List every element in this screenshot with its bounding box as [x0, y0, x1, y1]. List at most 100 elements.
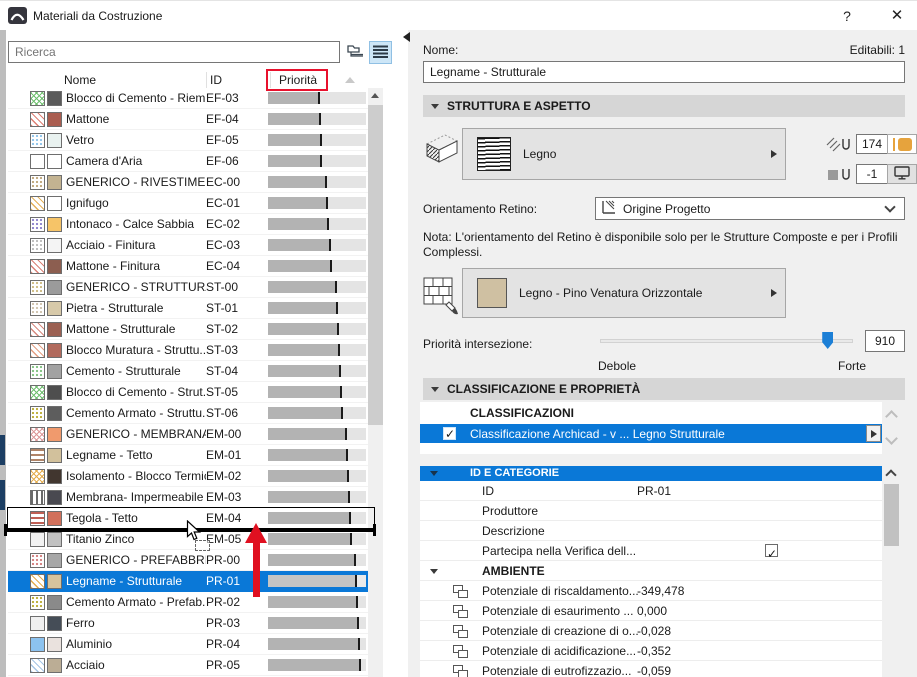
property-row[interactable]: Descrizione — [420, 521, 882, 541]
material-row[interactable]: Legname - Strutturale PR-01 — [8, 571, 374, 592]
collapse-splitter-icon[interactable] — [403, 32, 410, 42]
material-id: PR-03 — [206, 616, 241, 630]
scrollbar-thumb[interactable] — [884, 484, 899, 546]
column-header-name[interactable]: Nome — [64, 73, 96, 87]
sort-ascending-icon[interactable] — [345, 77, 355, 83]
priority-value-field[interactable] — [865, 330, 905, 352]
material-row[interactable]: Ignifugo EC-01 — [8, 193, 374, 214]
scroll-down-icon[interactable] — [885, 432, 898, 445]
pattern-swatch — [30, 405, 45, 421]
material-row[interactable]: GENERICO - PREFABBRICA...PR-00 — [8, 550, 374, 571]
search-input[interactable] — [8, 41, 340, 63]
material-row[interactable]: Cemento Armato - Struttu... ST-06 — [8, 403, 374, 424]
pen-color-bar — [893, 138, 895, 151]
property-row[interactable]: Potenziale di acidificazione... -0,352 — [420, 641, 882, 661]
material-row[interactable]: Aluminio PR-04 — [8, 634, 374, 655]
material-row[interactable]: Blocco di Cemento - Riem... EF-03 — [8, 88, 374, 109]
property-group-row[interactable]: AMBIENTE — [420, 561, 882, 581]
material-row[interactable]: Legname - Tetto EM-01 — [8, 445, 374, 466]
color-swatch — [47, 657, 62, 673]
material-row[interactable]: GENERICO - RIVESTIMENT...EC-00 — [8, 172, 374, 193]
background-pen-field[interactable] — [856, 164, 888, 184]
slider-handle[interactable] — [822, 332, 834, 349]
property-row[interactable]: ID PR-01 — [420, 481, 882, 501]
material-row[interactable]: Cemento Armato - Prefab... PR-02 — [8, 592, 374, 613]
material-row[interactable]: Isolamento - Blocco Termico EM-02 — [8, 466, 374, 487]
surface-button[interactable]: Legno - Pino Venatura Orizzontale — [462, 268, 786, 318]
property-row[interactable]: Partecipa nella Verifica dell... — [420, 541, 882, 564]
fill-orientation-dropdown[interactable]: Origine Progetto — [595, 197, 905, 220]
list-scrollbar[interactable] — [368, 88, 383, 677]
material-row[interactable]: GENERICO - MEMBRANA ...EM-00 — [8, 424, 374, 445]
property-row[interactable]: Potenziale di creazione di o... -0,028 — [420, 621, 882, 641]
material-row[interactable]: Ferro PR-03 — [8, 613, 374, 634]
material-row[interactable]: Intonaco - Calce Sabbia EC-02 — [8, 214, 374, 235]
pattern-swatch — [30, 426, 45, 442]
property-row[interactable]: Potenziale di eutrofizzazio... -0,059 — [420, 661, 882, 677]
priority-bar-fill — [268, 323, 339, 335]
pen-color-button[interactable] — [887, 134, 917, 154]
material-row[interactable]: Mattone - Finitura EC-04 — [8, 256, 374, 277]
priority-bar — [268, 470, 366, 482]
property-row[interactable]: Potenziale di esaurimento ... 0,000 — [420, 601, 882, 621]
scroll-up-icon[interactable] — [885, 410, 898, 423]
material-name: Mattone — [66, 112, 110, 126]
scroll-up-icon[interactable] — [371, 93, 379, 98]
section-structure-aspect[interactable]: STRUTTURA E ASPETTO — [423, 95, 905, 117]
fill-pen-icon — [826, 136, 852, 156]
material-row[interactable]: Mattone EF-04 — [8, 109, 374, 130]
priority-bar-fill — [268, 638, 361, 650]
material-id: ST-02 — [206, 322, 239, 336]
properties-group-header[interactable]: ID E CATEGORIE — [420, 466, 882, 481]
help-button[interactable]: ? — [832, 5, 862, 27]
material-name: Blocco di Cemento - Strut... — [66, 385, 206, 399]
material-row[interactable]: Membrana- Impermeabile EM-03 — [8, 487, 374, 508]
cut-fill-button[interactable]: Legno — [462, 128, 786, 180]
material-name: Cemento - Strutturale — [66, 364, 181, 378]
priority-bar — [268, 239, 366, 251]
pattern-swatch — [30, 447, 45, 463]
priority-slider[interactable] — [600, 330, 853, 352]
property-checkbox[interactable] — [765, 544, 778, 564]
property-row[interactable]: Produttore — [420, 501, 882, 521]
material-row[interactable]: Cemento - Strutturale ST-04 — [8, 361, 374, 382]
property-row[interactable]: Potenziale di riscaldamento... -349,478 — [420, 581, 882, 601]
properties-panel: ID E CATEGORIE ID PR-01 Produttore Descrizi… — [420, 466, 882, 677]
color-swatch — [47, 258, 62, 274]
section-title: CLASSIFICAZIONE E PROPRIETÀ — [447, 382, 641, 396]
material-name-field[interactable] — [423, 61, 905, 83]
scrollbar-thumb[interactable] — [368, 105, 383, 425]
priority-bar — [268, 491, 366, 503]
material-row[interactable]: Vetro EF-05 — [8, 130, 374, 151]
material-row[interactable]: Mattone - Strutturale ST-02 — [8, 319, 374, 340]
close-button[interactable]: ✕ — [882, 5, 912, 27]
tree-view-button[interactable] — [344, 41, 367, 64]
material-id: PR-04 — [206, 637, 241, 651]
material-row[interactable]: Blocco Muratura - Struttu... ST-03 — [8, 340, 374, 361]
properties-scrollbar[interactable] — [884, 466, 899, 677]
pattern-swatch — [30, 384, 45, 400]
material-row[interactable]: Acciaio PR-05 — [8, 655, 374, 676]
color-swatch — [47, 447, 62, 463]
slider-track[interactable] — [600, 339, 853, 343]
flat-list-view-button[interactable] — [369, 41, 392, 64]
material-row[interactable]: GENERICO - STRUTTURALEST-00 — [8, 277, 374, 298]
material-row[interactable]: Blocco di Cemento - Strut... ST-05 — [8, 382, 374, 403]
classification-row[interactable]: Classificazione Archicad - v ... Legno S… — [420, 424, 882, 443]
classification-picker-button[interactable] — [866, 425, 881, 442]
annotation-red-arrow — [245, 523, 267, 597]
section-classification-properties[interactable]: CLASSIFICAZIONE E PROPRIETÀ — [423, 378, 905, 400]
background-window-fragment — [0, 435, 5, 465]
material-row[interactable]: Acciaio - Finitura EC-03 — [8, 235, 374, 256]
pattern-swatch — [30, 279, 45, 295]
column-header-id[interactable]: ID — [210, 73, 222, 87]
fill-pen-field[interactable] — [856, 134, 888, 154]
scroll-up-icon[interactable] — [885, 469, 897, 481]
folder-tree-icon — [347, 44, 364, 62]
material-row[interactable]: Pietra - Strutturale ST-01 — [8, 298, 374, 319]
property-label: Potenziale di eutrofizzazio... — [482, 664, 632, 677]
screen-only-button[interactable] — [887, 164, 917, 184]
material-row[interactable]: Camera d'Aria EF-06 — [8, 151, 374, 172]
window-title: Materiali da Costruzione — [33, 9, 163, 23]
classification-checkbox[interactable] — [443, 427, 456, 441]
